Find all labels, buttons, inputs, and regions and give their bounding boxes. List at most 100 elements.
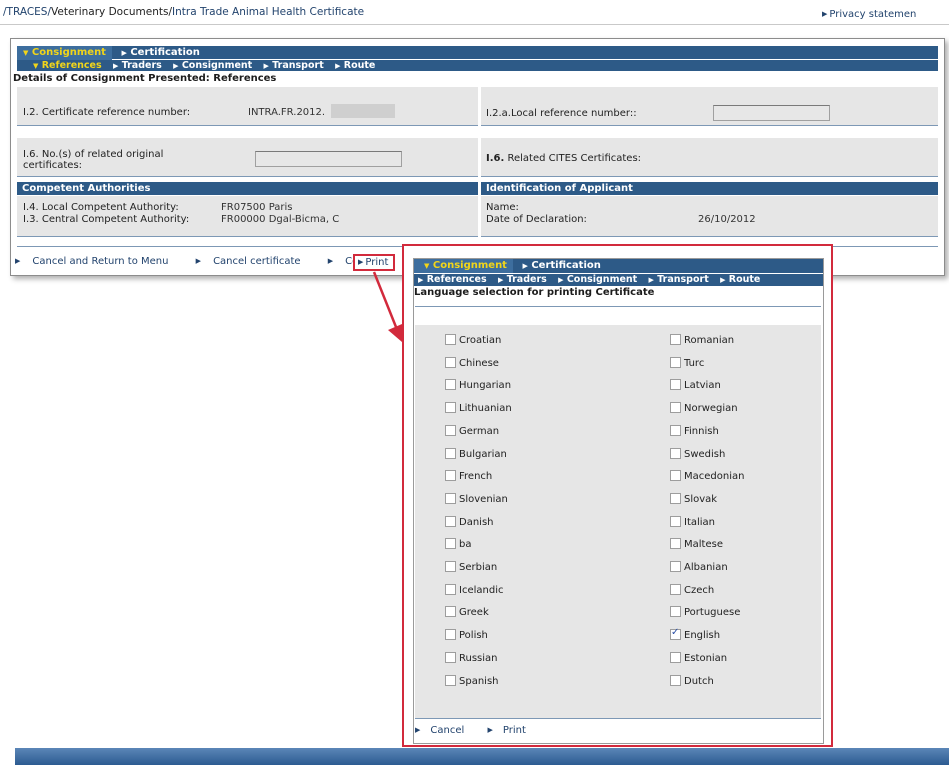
language-checkbox[interactable] bbox=[670, 447, 681, 459]
language-option[interactable]: Polish bbox=[445, 629, 488, 641]
language-checkbox[interactable] bbox=[445, 538, 456, 550]
triangle-right-icon: ▶ bbox=[822, 10, 828, 18]
language-checkbox[interactable] bbox=[445, 629, 456, 641]
subtab-transport[interactable]: ▶ Transport bbox=[264, 60, 332, 72]
language-checkbox[interactable] bbox=[670, 515, 681, 527]
cancel-return-menu-link[interactable]: ▶ Cancel and Return to Menu bbox=[15, 256, 180, 267]
language-option[interactable]: Estonian bbox=[670, 651, 727, 664]
local-ref-label: I.2.a.Local reference number:: bbox=[486, 108, 637, 119]
language-option[interactable]: Greek bbox=[445, 606, 489, 618]
language-checkbox[interactable] bbox=[445, 561, 456, 572]
subtab-traders-label: Traders bbox=[121, 60, 162, 71]
subtab-consignment[interactable]: ▶ Consignment bbox=[173, 60, 260, 72]
language-checkbox[interactable] bbox=[670, 402, 681, 414]
language-option[interactable]: Swedish bbox=[670, 447, 725, 460]
language-checkbox[interactable] bbox=[445, 515, 456, 527]
related-orig-input[interactable] bbox=[255, 151, 402, 167]
popup-subtab-transport[interactable]: ▶ Transport bbox=[649, 274, 717, 286]
language-option[interactable]: Serbian bbox=[445, 561, 497, 573]
language-checkbox[interactable] bbox=[445, 424, 456, 436]
language-checkbox[interactable] bbox=[670, 583, 681, 595]
language-option[interactable]: Turc bbox=[670, 356, 704, 369]
language-option[interactable]: ba bbox=[445, 538, 471, 550]
language-checkbox[interactable] bbox=[670, 356, 681, 368]
language-option[interactable]: Slovak bbox=[670, 492, 717, 505]
language-checkbox[interactable] bbox=[670, 606, 681, 618]
certificate-panel: ▼ Consignment ▶ Certification ▼ Referenc… bbox=[10, 38, 945, 276]
language-checkbox[interactable] bbox=[445, 583, 456, 595]
language-option[interactable]: Hungarian bbox=[445, 379, 511, 391]
breadcrumb-traces-link[interactable]: /TRACES/ bbox=[3, 6, 51, 18]
language-checkbox[interactable] bbox=[670, 379, 681, 391]
popup-tab-consignment[interactable]: ▼ Consignment bbox=[414, 259, 513, 273]
language-option[interactable]: Czech bbox=[670, 583, 714, 596]
language-checkbox[interactable] bbox=[670, 627, 681, 641]
language-checkbox[interactable] bbox=[445, 356, 456, 368]
language-option[interactable]: Latvian bbox=[670, 379, 721, 391]
breadcrumb-veterinary-documents[interactable]: Veterinary Documents bbox=[51, 6, 168, 18]
language-checkbox[interactable] bbox=[445, 334, 456, 345]
language-selection-popup: ▼ Consignment ▶ Certification ▶ Referenc… bbox=[402, 244, 833, 747]
language-checkbox[interactable] bbox=[445, 379, 456, 391]
language-option[interactable]: Italian bbox=[670, 515, 715, 528]
language-option[interactable]: Icelandic bbox=[445, 583, 503, 596]
language-option[interactable]: Bulgarian bbox=[445, 447, 507, 460]
language-option[interactable]: Norwegian bbox=[670, 402, 738, 414]
popup-subtab-route[interactable]: ▶ Route bbox=[720, 274, 768, 286]
central-authority-value: FR00000 Dgal-Bicma, C bbox=[221, 214, 340, 225]
popup-subtab-traders[interactable]: ▶ Traders bbox=[498, 274, 555, 286]
language-option[interactable]: Maltese bbox=[670, 538, 723, 550]
language-option[interactable]: Chinese bbox=[445, 356, 499, 369]
language-option[interactable]: English bbox=[670, 627, 720, 641]
language-option[interactable]: Macedonian bbox=[670, 470, 744, 482]
language-option[interactable]: Russian bbox=[445, 651, 498, 664]
language-option[interactable]: Spanish bbox=[445, 674, 499, 687]
subtab-references[interactable]: ▼ References bbox=[17, 60, 110, 72]
language-checkbox[interactable] bbox=[670, 492, 681, 504]
language-option[interactable]: Danish bbox=[445, 515, 494, 528]
local-ref-input[interactable] bbox=[713, 105, 830, 121]
top-bar: /TRACES/Veterinary Documents/Intra Trade… bbox=[0, 0, 949, 25]
subtab-route[interactable]: ▶ Route bbox=[335, 60, 383, 72]
popup-print-link[interactable]: ▶ Print bbox=[487, 725, 535, 736]
language-option[interactable]: Romanian bbox=[670, 334, 734, 346]
language-option[interactable]: German bbox=[445, 424, 499, 437]
language-checkbox[interactable] bbox=[445, 492, 456, 504]
language-option[interactable]: French bbox=[445, 470, 492, 482]
language-checkbox[interactable] bbox=[670, 561, 681, 572]
language-checkbox[interactable] bbox=[670, 651, 681, 663]
language-option[interactable]: Dutch bbox=[670, 674, 714, 687]
language-checkbox[interactable] bbox=[670, 424, 681, 436]
print-link[interactable]: ▶ Print bbox=[358, 257, 388, 268]
language-checkbox[interactable] bbox=[670, 674, 681, 686]
popup-subtab-references[interactable]: ▶ References bbox=[414, 274, 495, 286]
language-option[interactable]: Albanian bbox=[670, 561, 728, 573]
language-checkbox[interactable] bbox=[670, 470, 681, 482]
cert-ref-value: INTRA.FR.2012. bbox=[248, 107, 326, 118]
print-link-highlight[interactable]: ▶ Print bbox=[353, 254, 395, 271]
language-checkbox[interactable] bbox=[445, 470, 456, 482]
popup-tab-certification[interactable]: ▶ Certification bbox=[516, 259, 608, 273]
breadcrumb-current-page[interactable]: Intra Trade Animal Health Certificate bbox=[172, 6, 364, 18]
language-option[interactable]: Lithuanian bbox=[445, 402, 512, 414]
language-checkbox[interactable] bbox=[670, 538, 681, 550]
language-checkbox[interactable] bbox=[445, 651, 456, 663]
cancel-certificate-link[interactable]: ▶ Cancel certificate bbox=[196, 256, 313, 267]
language-checkbox[interactable] bbox=[445, 674, 456, 686]
language-option[interactable]: Portuguese bbox=[670, 606, 740, 618]
popup-subtab-consignment[interactable]: ▶ Consignment bbox=[558, 274, 645, 286]
language-checkbox[interactable] bbox=[445, 447, 456, 459]
language-checkbox[interactable] bbox=[670, 334, 681, 345]
language-option[interactable]: Slovenian bbox=[445, 492, 508, 505]
triangle-right-icon: ▶ bbox=[195, 257, 202, 265]
privacy-statement-link[interactable]: ▶ Privacy statemen bbox=[822, 9, 916, 20]
popup-cancel-link[interactable]: ▶ Cancel bbox=[415, 725, 474, 736]
language-checkbox[interactable] bbox=[445, 402, 456, 414]
language-option[interactable]: Croatian bbox=[445, 334, 501, 346]
language-option[interactable]: Finnish bbox=[670, 424, 719, 437]
cert-ref-label: I.2. Certificate reference number: bbox=[23, 107, 191, 118]
language-checkbox[interactable] bbox=[445, 606, 456, 618]
tab-certification[interactable]: ▶ Certification bbox=[115, 46, 207, 60]
subtab-traders[interactable]: ▶ Traders bbox=[113, 60, 170, 72]
tab-consignment[interactable]: ▼ Consignment bbox=[17, 46, 112, 60]
